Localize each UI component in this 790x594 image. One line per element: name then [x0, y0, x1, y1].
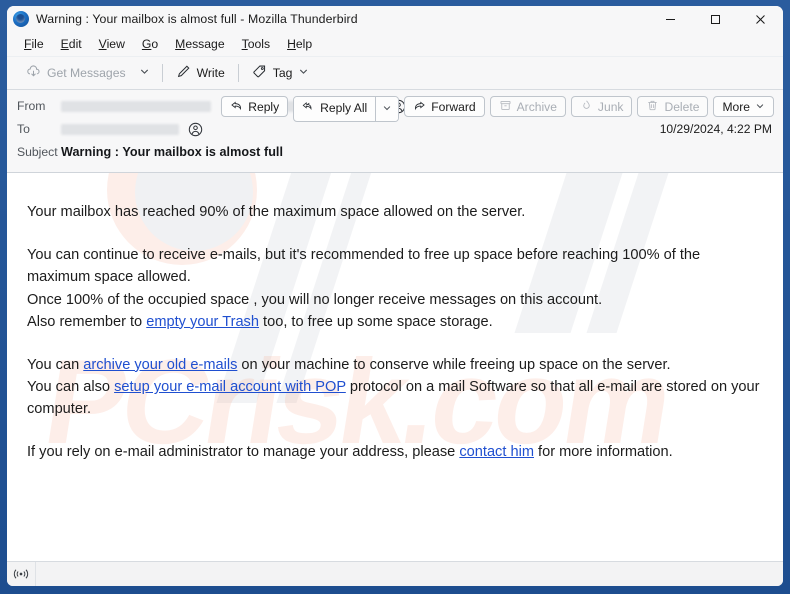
tag-button[interactable]: Tag [245, 60, 317, 86]
menu-item-go[interactable]: Go [134, 35, 167, 53]
reply-button[interactable]: Reply [221, 96, 288, 117]
menu-item-help[interactable]: Help [279, 35, 321, 53]
forward-button[interactable]: Forward [404, 96, 484, 117]
close-icon[interactable] [738, 6, 783, 32]
archive-label: Archive [517, 100, 557, 114]
broadcast-signal-icon[interactable] [7, 562, 36, 586]
main-toolbar: Get Messages Write [7, 57, 783, 90]
from-label: From [17, 99, 61, 113]
tag-icon [252, 64, 267, 82]
reply-all-button[interactable]: Reply All [294, 97, 375, 118]
chevron-down-icon [298, 66, 309, 80]
forward-label: Forward [431, 100, 475, 114]
get-messages-dropdown[interactable] [133, 60, 156, 86]
archive-box-icon [499, 99, 512, 115]
contact-him-link[interactable]: contact him [459, 444, 534, 460]
more-button[interactable]: More [713, 96, 774, 117]
junk-flame-icon [580, 99, 593, 115]
thunderbird-logo-icon [13, 11, 29, 27]
menu-item-tools[interactable]: Tools [234, 35, 279, 53]
toolbar-separator-1 [162, 64, 163, 82]
contact-avatar-icon[interactable] [188, 122, 203, 137]
p3-line1-pre: You can [27, 357, 83, 373]
empty-trash-link[interactable]: empty your Trash [146, 314, 259, 330]
title-bar: Warning : Your mailbox is almost full - … [7, 6, 783, 32]
tag-label: Tag [273, 66, 293, 80]
email-content: Your mailbox has reached 90% of the maxi… [27, 201, 763, 464]
reply-all-label: Reply All [320, 101, 367, 115]
reply-all-group: Reply All [293, 96, 399, 122]
p2-line3-pre: Also remember to [27, 314, 146, 330]
get-messages-label: Get Messages [47, 66, 126, 80]
reply-label: Reply [248, 100, 279, 114]
subject-row: Subject Warning : Your mailbox is almost… [17, 142, 773, 162]
menu-item-file[interactable]: File [16, 35, 53, 53]
window-title: Warning : Your mailbox is almost full - … [36, 12, 358, 26]
p4-post: for more information. [534, 444, 673, 460]
menu-bar: File Edit View Go Message Tools Help [7, 32, 783, 57]
paragraph-2: You can continue to receive e-mails, but… [27, 244, 763, 333]
paragraph-1: Your mailbox has reached 90% of the maxi… [27, 201, 763, 223]
to-label: To [17, 122, 61, 136]
status-bar [7, 561, 783, 586]
subject-label: Subject [17, 145, 61, 159]
trash-icon [646, 99, 659, 115]
subject-value: Warning : Your mailbox is almost full [61, 145, 283, 159]
p2-line3-post: too, to free up some space storage. [259, 314, 493, 330]
chevron-down-icon [139, 64, 150, 82]
thunderbird-window: Warning : Your mailbox is almost full - … [0, 0, 790, 594]
chevron-down-icon [382, 100, 392, 118]
minimize-icon[interactable] [648, 6, 693, 32]
pencil-icon [176, 64, 191, 82]
archive-button[interactable]: Archive [490, 96, 566, 117]
message-action-buttons: Reply Reply All [221, 96, 774, 122]
menu-item-edit[interactable]: Edit [53, 35, 91, 53]
reply-icon [230, 99, 243, 115]
p2-line1: You can continue to receive e-mails, but… [27, 247, 700, 285]
to-value-redacted [61, 124, 179, 135]
paragraph-4: If you rely on e-mail administrator to m… [27, 441, 763, 463]
write-label: Write [197, 66, 225, 80]
forward-icon [413, 99, 426, 115]
maximize-icon[interactable] [693, 6, 738, 32]
more-label: More [722, 100, 750, 114]
get-messages-button[interactable]: Get Messages [19, 60, 133, 86]
p4-pre: If you rely on e-mail administrator to m… [27, 444, 459, 460]
p3-line1-post: on your machine to conserve while freein… [237, 357, 670, 373]
p2-line2: Once 100% of the occupied space , you wi… [27, 292, 602, 308]
reply-all-icon [302, 100, 315, 116]
download-cloud-icon [26, 64, 41, 82]
menu-item-view[interactable]: View [91, 35, 134, 53]
from-value-redacted [61, 101, 211, 112]
write-button[interactable]: Write [169, 60, 232, 86]
menu-item-message[interactable]: Message [167, 35, 233, 53]
message-date: 10/29/2024, 4:22 PM [660, 122, 772, 136]
reply-all-dropdown[interactable] [375, 97, 398, 121]
setup-pop-link[interactable]: setup your e-mail account with POP [114, 379, 346, 395]
message-header: From To [7, 90, 783, 173]
p3-line2-pre: You can also [27, 379, 114, 395]
delete-label: Delete [664, 100, 699, 114]
delete-button[interactable]: Delete [637, 96, 708, 117]
junk-button[interactable]: Junk [571, 96, 633, 117]
archive-emails-link[interactable]: archive your old e-mails [83, 357, 237, 373]
junk-label: Junk [598, 100, 624, 114]
paragraph-3: You can archive your old e-mails on your… [27, 354, 763, 421]
window-content: Warning : Your mailbox is almost full - … [7, 6, 783, 586]
message-body: PCrisk.com Your mailbox has reached 90% … [7, 173, 783, 561]
window-controls [648, 6, 783, 32]
chevron-down-icon [755, 100, 765, 114]
toolbar-separator-2 [238, 64, 239, 82]
